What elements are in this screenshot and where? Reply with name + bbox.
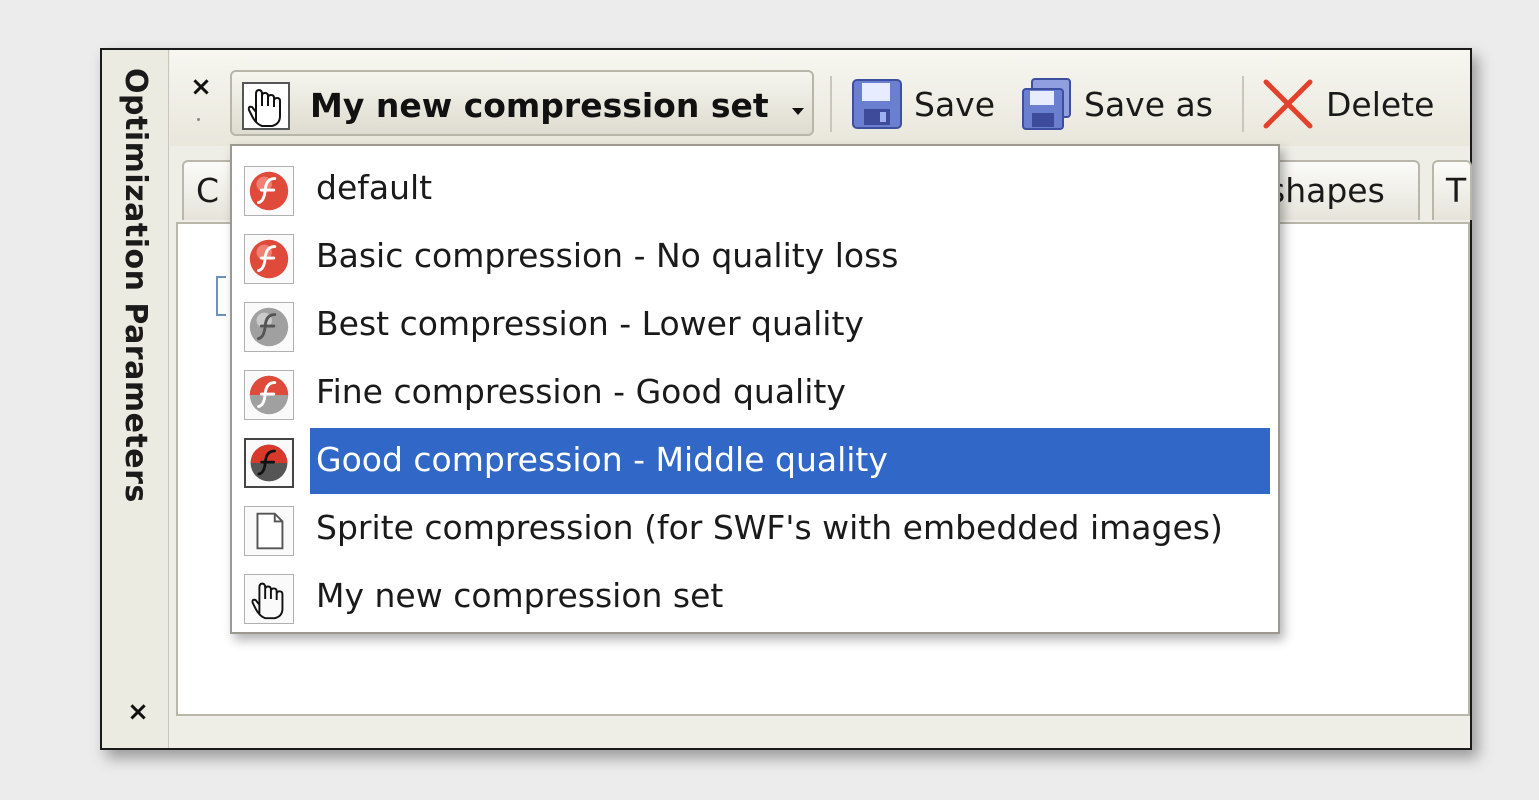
flash-dark-icon: [244, 438, 294, 488]
preset-selected-label: My new compression set: [310, 86, 769, 125]
delete-x-icon: [1263, 79, 1313, 129]
content-control-edge: [216, 276, 226, 316]
tab-shapes[interactable]: shapes: [1260, 160, 1420, 220]
panel-close-button[interactable]: ×: [124, 698, 152, 726]
flash-red-half-icon: [244, 370, 294, 420]
delete-button[interactable]: Delete: [1260, 76, 1434, 132]
flash-red-icon: [244, 166, 294, 216]
dropdown-item-my-new[interactable]: My new compression set: [232, 564, 1278, 628]
dropdown-item-good[interactable]: Good compression - Middle quality: [232, 428, 1278, 494]
hand-cursor-icon: [242, 82, 290, 130]
toolbar: × My new compression set Save Save as De…: [170, 50, 1470, 146]
toolbar-separator: [1242, 76, 1244, 132]
floppy-disk-icon: [852, 79, 902, 129]
panel-title: Optimization Parameters: [118, 68, 153, 503]
dropdown-item-label: Sprite compression (for SWF's with embed…: [316, 508, 1223, 547]
save-label: Save: [914, 84, 996, 124]
dropdown-item-label: Good compression - Middle quality: [316, 440, 888, 479]
dropdown-item-label: Fine compression - Good quality: [316, 372, 846, 411]
preset-dropdown-list: default Basic compression - No quality l…: [230, 144, 1280, 634]
dropdown-item-best[interactable]: Best compression - Lower quality: [232, 292, 1278, 356]
dropdown-item-label: default: [316, 168, 433, 207]
save-as-label: Save as: [1084, 84, 1213, 124]
hand-cursor-icon: [244, 574, 294, 624]
dropdown-item-default[interactable]: default: [232, 156, 1278, 220]
grip-dot: [197, 118, 200, 121]
dropdown-item-label: Best compression - Lower quality: [316, 304, 864, 343]
save-as-button[interactable]: Save as: [1020, 76, 1213, 132]
dropdown-item-fine[interactable]: Fine compression - Good quality: [232, 360, 1278, 424]
delete-label: Delete: [1326, 84, 1435, 124]
dropdown-item-sprite[interactable]: Sprite compression (for SWF's with embed…: [232, 496, 1278, 560]
dropdown-item-basic[interactable]: Basic compression - No quality loss: [232, 224, 1278, 288]
floppy-disks-icon: [1022, 78, 1071, 130]
toolbar-separator: [830, 76, 832, 132]
chevron-down-icon: [792, 108, 804, 115]
document-icon: [244, 506, 294, 556]
dropdown-item-label: My new compression set: [316, 576, 724, 615]
flash-gray-icon: [244, 302, 294, 352]
toolbar-close-button[interactable]: ×: [188, 72, 214, 102]
side-panel: Optimization Parameters ×: [102, 50, 169, 748]
tab-last[interactable]: T: [1432, 160, 1472, 220]
dropdown-item-label: Basic compression - No quality loss: [316, 236, 899, 275]
preset-combobox[interactable]: My new compression set: [230, 70, 814, 136]
flash-red-icon: [244, 234, 294, 284]
save-button[interactable]: Save: [850, 76, 995, 132]
